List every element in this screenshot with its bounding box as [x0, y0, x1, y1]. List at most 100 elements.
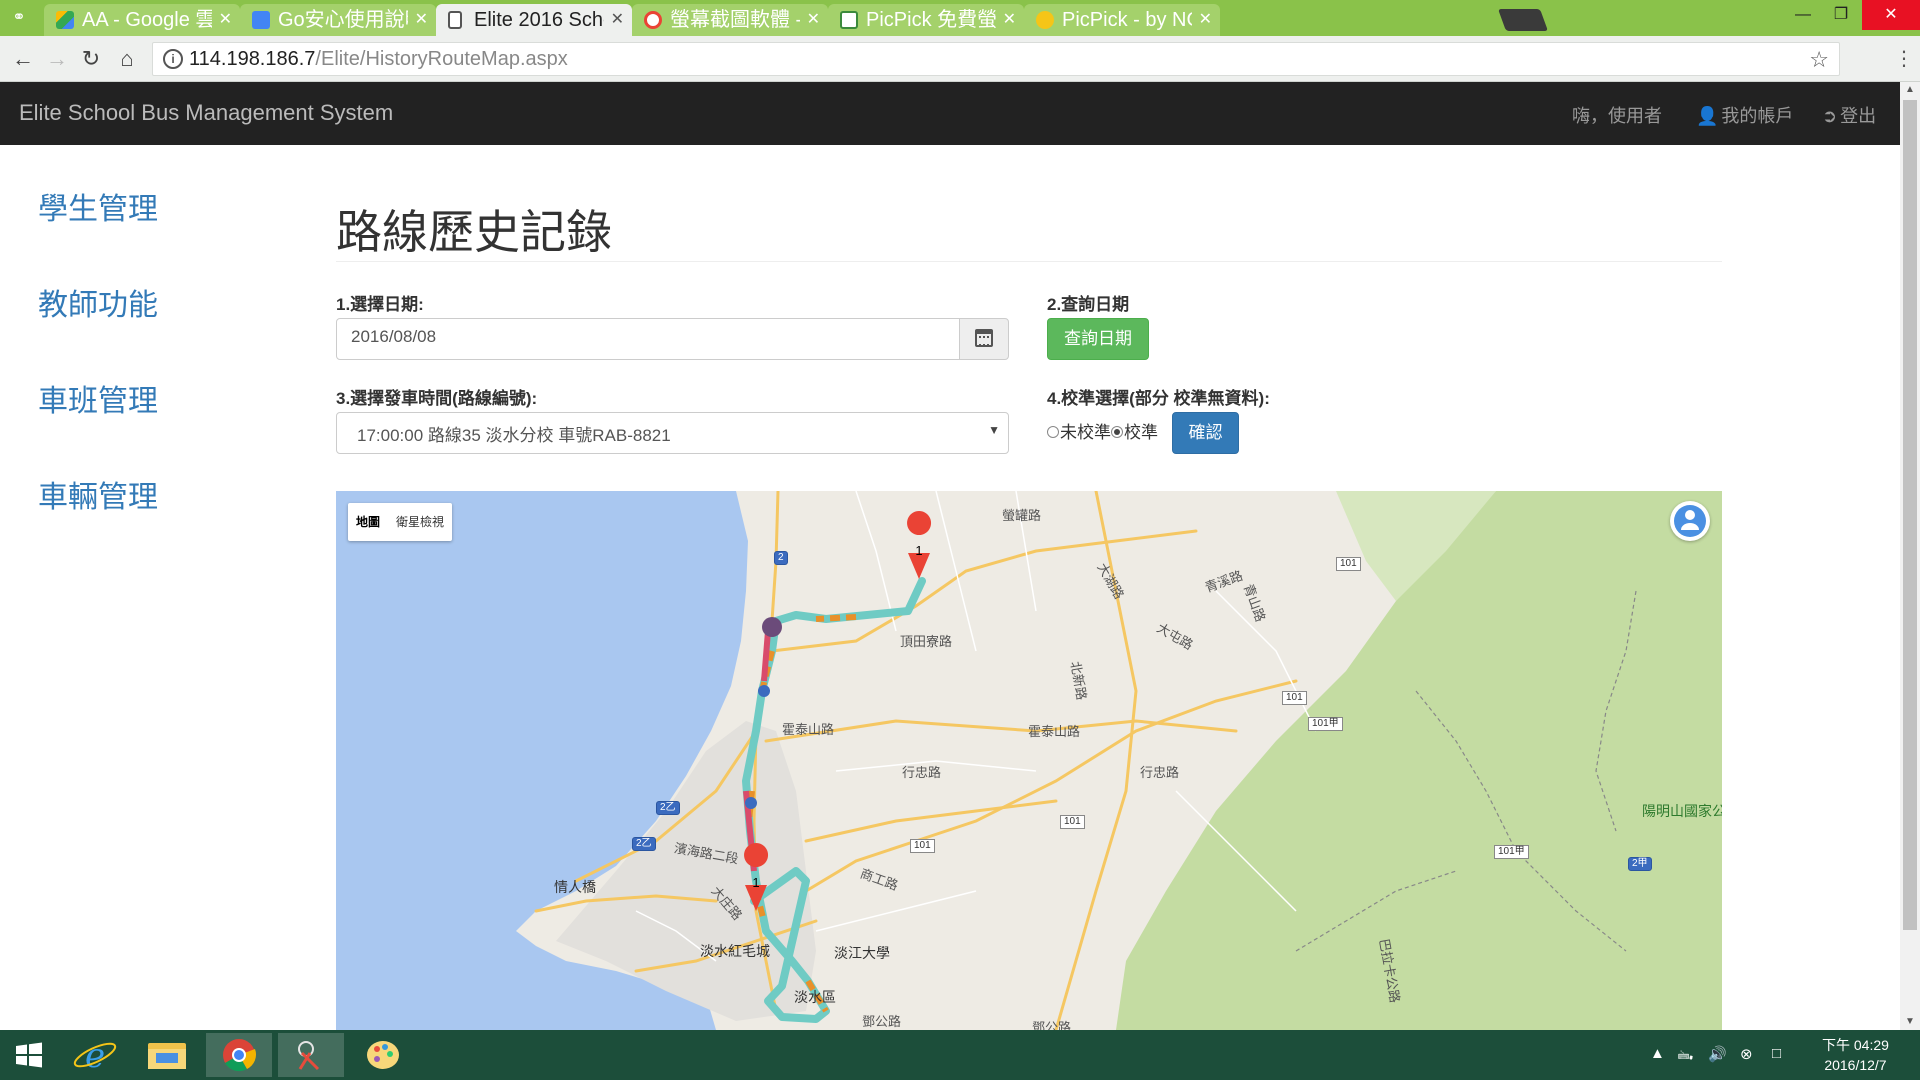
account-label: 我的帳戶 [1721, 106, 1794, 126]
road-shield: 2乙 [632, 837, 656, 851]
chrome-menu-icon[interactable]: ⋮ [1894, 46, 1914, 72]
route-waypoint [758, 685, 770, 697]
road-shield: 101 [1282, 691, 1307, 705]
tab-title: Go安心使用說明 - Go [278, 9, 408, 31]
browser-tab-docs[interactable]: Go安心使用說明 - Go ✕ [240, 4, 436, 36]
file-explorer-icon[interactable] [134, 1033, 200, 1077]
page-title: 路線歷史記錄 [336, 206, 612, 258]
map-label: 淡水紅毛城 [700, 943, 770, 959]
url-text: 114.198.186.7/Elite/HistoryRouteMap.aspx [189, 48, 568, 71]
close-tab-icon[interactable]: ✕ [1003, 4, 1016, 36]
info-icon[interactable]: i [163, 49, 183, 69]
snipping-graphic [298, 1041, 320, 1071]
back-button[interactable]: ← [10, 46, 36, 72]
radio-calibrated[interactable] [1111, 425, 1123, 438]
tab-title: 螢幕截圖軟體 - Goog [670, 9, 800, 31]
palette-graphic [367, 1041, 399, 1069]
page-icon [448, 11, 462, 29]
taskbar-clock[interactable]: 下午 04:29 2016/12/7 [1822, 1035, 1889, 1075]
radio-uncalibrated-label[interactable]: 未校準 [1060, 423, 1111, 442]
confirm-button[interactable]: 確認 [1172, 412, 1239, 454]
browser-tab-picpick[interactable]: PicPick - by NGWIN ✕ [1024, 4, 1220, 36]
home-button[interactable]: ⌂ [114, 46, 140, 72]
browser-tab-picpick-cn[interactable]: PicPick 免費螢幕截圖 ✕ [828, 4, 1024, 36]
reload-button[interactable]: ↻ [78, 46, 104, 72]
scroll-up-arrow[interactable]: ▲ [1900, 82, 1920, 98]
app-brand[interactable]: Elite School Bus Management System [19, 100, 393, 126]
browser-tab-elite[interactable]: Elite 2016 School Bus ✕ [436, 4, 632, 36]
pegman-graphic [1674, 505, 1706, 537]
picpick-icon [840, 11, 858, 29]
map-label: 情人橋 [554, 879, 596, 895]
restore-button[interactable]: ❐ [1818, 0, 1864, 30]
tab-title: PicPick - by NGWIN [1062, 9, 1192, 31]
network-icon[interactable]: 🖦 [1678, 1045, 1693, 1070]
date-input[interactable]: 2016/08/08 [336, 318, 960, 360]
new-tab-button[interactable] [1497, 9, 1549, 31]
sidebar-item-students[interactable]: 學生管理 [38, 184, 158, 228]
close-tab-icon[interactable]: ✕ [611, 4, 624, 36]
internet-explorer-icon[interactable]: e [62, 1033, 128, 1077]
close-window-button[interactable]: ✕ [1862, 0, 1920, 30]
route-select-value: 17:00:00 路線35 淡水分校 車號RAB-8821 [357, 426, 671, 445]
route-waypoint [762, 617, 782, 637]
clock-date: 2016/12/7 [1824, 1057, 1887, 1073]
snipping-icon[interactable] [278, 1033, 344, 1077]
sidebar-item-vehicles[interactable]: 車輛管理 [38, 472, 158, 516]
svg-text:e: e [85, 1036, 105, 1076]
marker-number: 1 [915, 543, 922, 558]
calendar-icon [975, 329, 993, 347]
map-type-satellite[interactable]: 衛星檢視 [388, 503, 452, 541]
close-tab-icon[interactable]: ✕ [415, 4, 428, 36]
close-tab-icon[interactable]: ✕ [219, 4, 232, 36]
route-select[interactable]: 17:00:00 路線35 淡水分校 車號RAB-8821 ▼ [336, 412, 1009, 454]
street-view-pegman-icon[interactable] [1670, 501, 1710, 541]
road-shield: 101 [910, 839, 935, 853]
paint-icon[interactable] [350, 1033, 416, 1077]
scroll-down-arrow[interactable]: ▼ [1900, 1014, 1920, 1030]
route-map[interactable]: 1 1 地圖 衛星檢視 螢罐路 頂田寮路 大湖路 青溪路 大屯路 青山路 北新路 … [336, 491, 1722, 1030]
map-label: 頂田寮路 [900, 634, 953, 649]
step2-label: 2.查詢日期 [1047, 295, 1130, 314]
sidebar-item-teachers[interactable]: 教師功能 [38, 280, 158, 324]
radio-uncalibrated[interactable] [1047, 425, 1059, 438]
map-type-map[interactable]: 地圖 [348, 503, 388, 541]
tray-overflow-icon[interactable]: ▲ [1650, 1045, 1665, 1062]
picpick-icon [1036, 11, 1054, 29]
road-shield: 2甲 [1628, 857, 1652, 871]
action-center-icon[interactable]: □ [1772, 1045, 1781, 1062]
browser-tab-drive[interactable]: AA - Google 雲端硬碟 ✕ [44, 4, 240, 36]
windows-start-icon[interactable] [0, 1033, 58, 1077]
map-label: 淡水區 [794, 989, 836, 1005]
folder-graphic [148, 1043, 186, 1069]
scrollbar-thumb[interactable] [1903, 100, 1917, 930]
bookmark-star-icon[interactable]: ☆ [1809, 47, 1829, 73]
page-scrollbar[interactable]: ▲ ▼ [1900, 82, 1920, 1030]
road-shield: 101甲 [1494, 845, 1529, 859]
url-path: /Elite/HistoryRouteMap.aspx [315, 48, 568, 70]
notification-icon[interactable]: ⊗ [1740, 1045, 1753, 1063]
logout-link[interactable]: ➲ 登出 [1822, 102, 1876, 128]
sidebar-item-schedules[interactable]: 車班管理 [38, 376, 158, 420]
close-tab-icon[interactable]: ✕ [807, 4, 820, 36]
ie-logo: e [73, 1036, 117, 1076]
map-label: 霍泰山路 [1028, 724, 1081, 739]
road-shield: 101 [1060, 815, 1085, 829]
road-shield: 2乙 [656, 801, 680, 815]
close-tab-icon[interactable]: ✕ [1199, 4, 1212, 36]
radio-calibrated-label[interactable]: 校準 [1124, 423, 1158, 442]
step1-label: 1.選擇日期: [336, 295, 424, 314]
account-link[interactable]: 👤 我的帳戶 [1696, 102, 1793, 128]
forward-button[interactable]: → [44, 46, 70, 72]
profile-icon[interactable]: ⚭ [8, 7, 30, 29]
map-label: 行忠路 [1140, 765, 1180, 780]
user-greeting[interactable]: 嗨，使用者 [1572, 102, 1662, 128]
address-bar[interactable]: i 114.198.186.7/Elite/HistoryRouteMap.as… [152, 42, 1840, 76]
browser-tab-google-search[interactable]: 螢幕截圖軟體 - Goog ✕ [632, 4, 828, 36]
clock-time: 下午 04:29 [1822, 1037, 1889, 1053]
calendar-button[interactable] [959, 318, 1009, 360]
chrome-icon[interactable] [206, 1033, 272, 1077]
query-date-button[interactable]: 查詢日期 [1047, 318, 1149, 360]
windows-taskbar: e ▲ 🖦 🔊 ⊗ □ 下午 04:29 2016/12/7 [0, 1030, 1920, 1080]
volume-icon[interactable]: 🔊 [1708, 1045, 1727, 1063]
